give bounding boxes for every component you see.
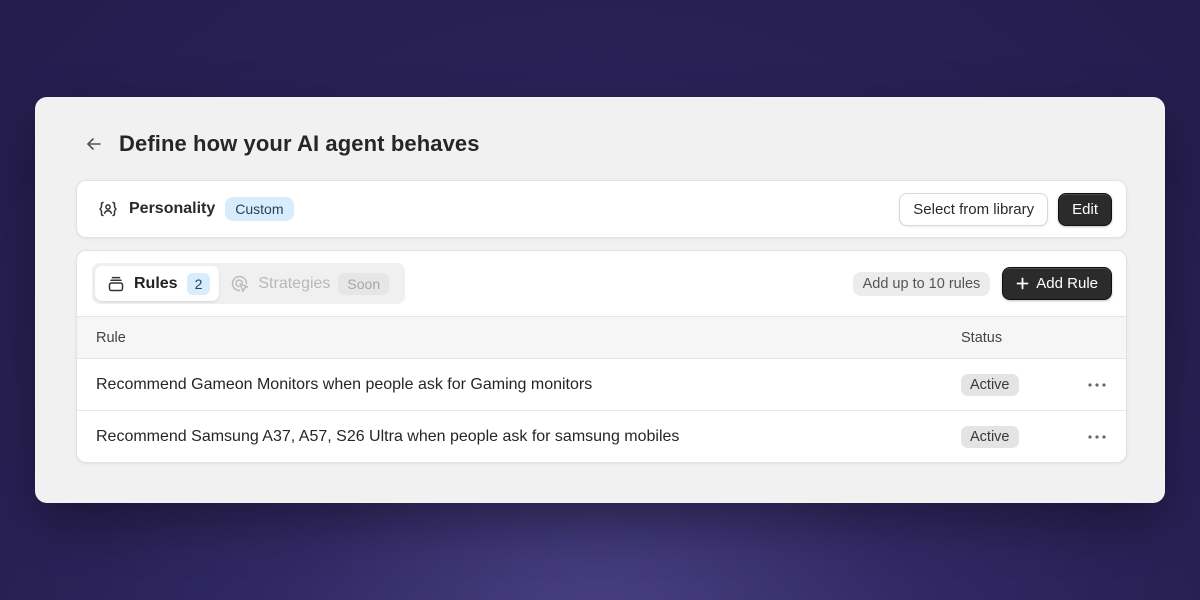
coming-soon-badge: Soon	[338, 272, 390, 295]
personality-type-badge: Custom	[225, 197, 294, 221]
table-row[interactable]: Recommend Gameon Monitors when people as…	[77, 359, 1126, 411]
arrow-left-icon[interactable]	[83, 133, 105, 155]
edit-personality-button[interactable]: Edit	[1058, 192, 1112, 226]
stack-icon	[107, 275, 125, 293]
column-header-rule: Rule	[96, 329, 126, 346]
tab-rules-label: Rules	[134, 274, 178, 292]
tab-strategies[interactable]: Strategies Soon	[219, 266, 399, 301]
rules-card: Rules 2 Strategies Soon Add up to 10 rul…	[76, 250, 1127, 463]
table-row[interactable]: Recommend Samsung A37, A57, S26 Ultra wh…	[77, 411, 1126, 462]
page-header: Define how your AI agent behaves	[83, 131, 480, 157]
add-rule-label: Add Rule	[1036, 275, 1098, 292]
person-braces-icon	[97, 198, 119, 220]
more-horizontal-icon[interactable]	[1083, 359, 1111, 410]
rule-text: Recommend Gameon Monitors when people as…	[96, 375, 593, 393]
app-window: Define how your AI agent behaves Persona…	[35, 97, 1165, 503]
page-title: Define how your AI agent behaves	[119, 131, 480, 156]
cursor-target-icon	[231, 275, 249, 293]
status-badge: Active	[961, 425, 1019, 448]
rules-table: Rule Status Recommend Gameon Monitors wh…	[77, 316, 1126, 462]
status-badge: Active	[961, 373, 1019, 396]
rules-toolbar: Add up to 10 rules Add Rule	[852, 267, 1112, 300]
more-horizontal-icon[interactable]	[1083, 411, 1111, 462]
plus-icon	[1016, 277, 1029, 290]
tab-strategies-label: Strategies	[258, 274, 331, 292]
personality-info: Personality Custom	[97, 181, 294, 237]
personality-label: Personality	[129, 200, 216, 217]
personality-card: Personality Custom Select from library E…	[76, 180, 1127, 238]
status-cell: Active	[961, 359, 1019, 410]
rule-text: Recommend Samsung A37, A57, S26 Ultra wh…	[96, 427, 680, 445]
table-header: Rule Status	[77, 316, 1126, 359]
add-rule-button[interactable]: Add Rule	[1002, 267, 1112, 300]
rules-limit-note: Add up to 10 rules	[852, 271, 991, 296]
status-cell: Active	[961, 411, 1019, 462]
rules-tabbar: Rules 2 Strategies Soon	[92, 263, 405, 304]
personality-actions: Select from library Edit	[899, 181, 1112, 237]
tab-rules[interactable]: Rules 2	[95, 266, 220, 301]
rules-count-badge: 2	[186, 272, 211, 295]
column-header-status: Status	[961, 329, 1003, 346]
select-from-library-button[interactable]: Select from library	[899, 192, 1049, 226]
